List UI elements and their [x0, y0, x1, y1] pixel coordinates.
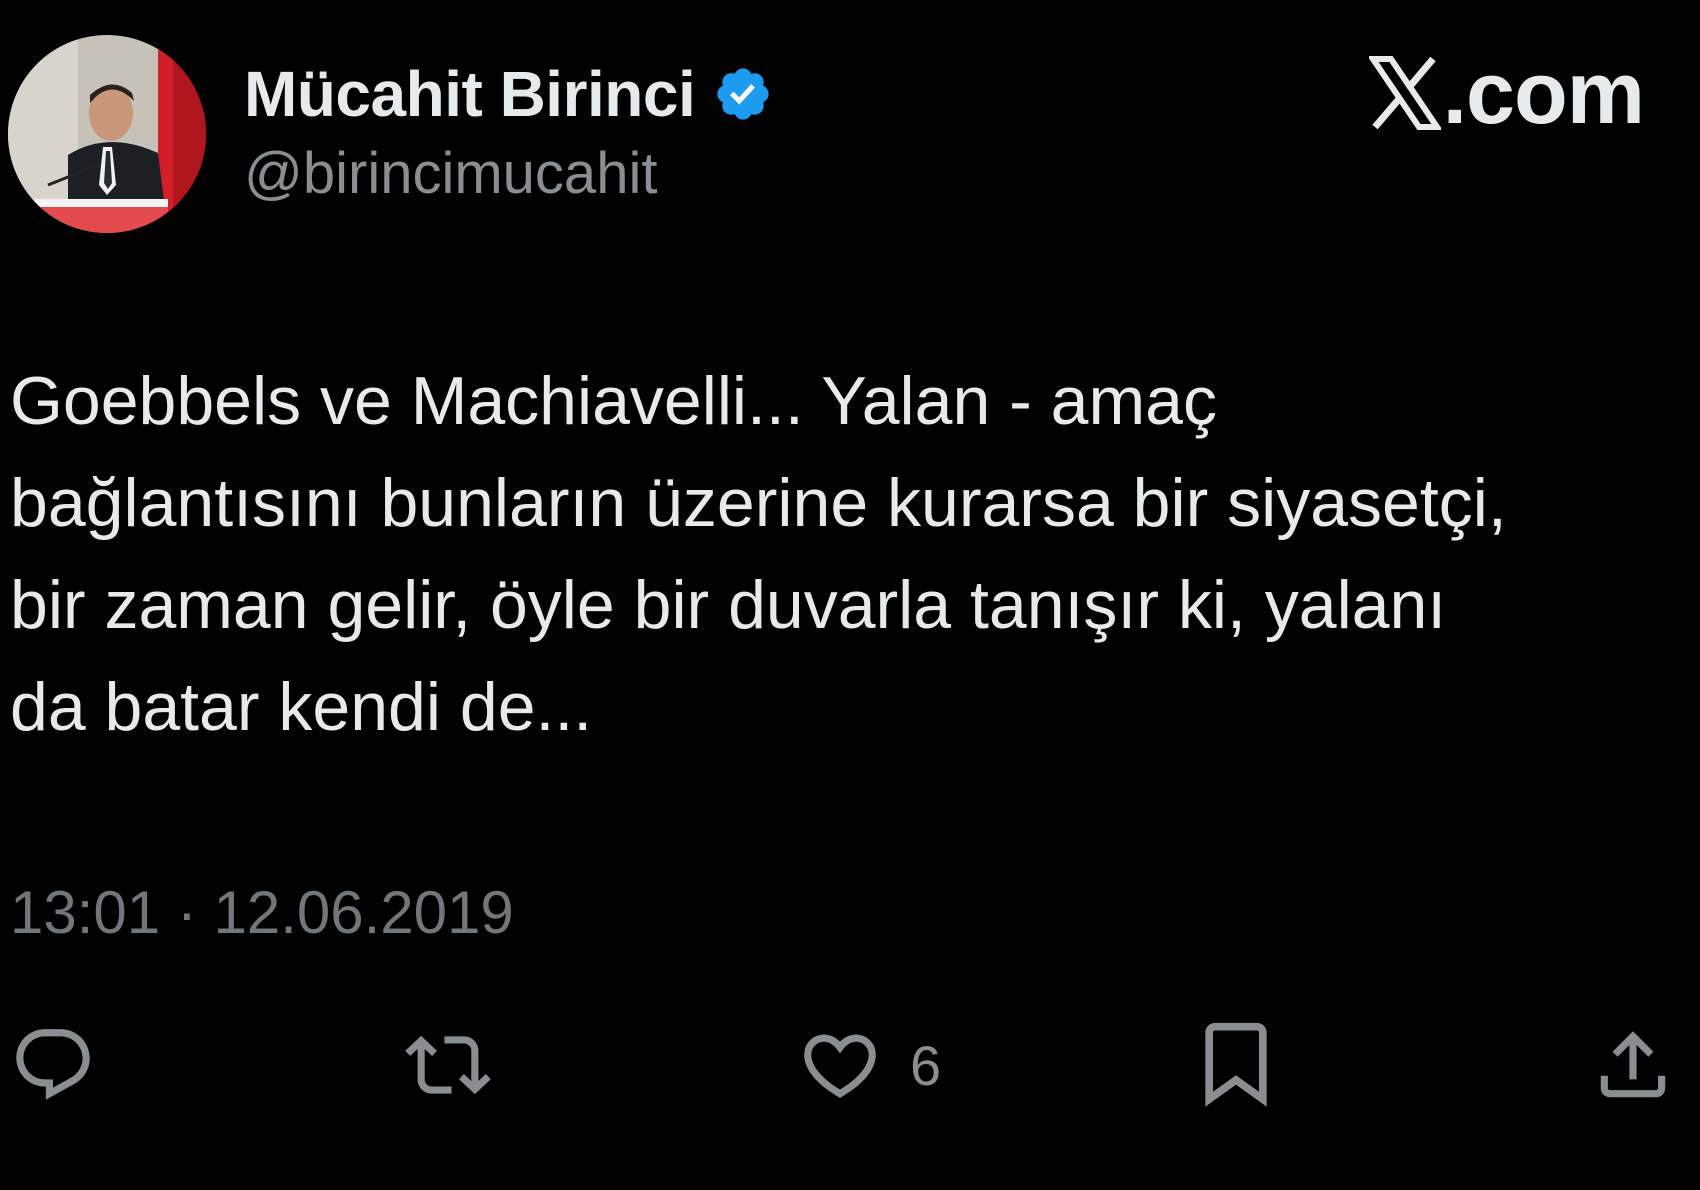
retweet-icon	[405, 1035, 491, 1095]
author-display-name[interactable]: Mücahit Birinci	[244, 57, 696, 131]
share-icon	[1600, 1031, 1666, 1098]
bookmark-button[interactable]	[1196, 1022, 1276, 1108]
author-name-row: Mücahit Birinci	[244, 56, 773, 132]
brand-text: .com	[1442, 43, 1645, 142]
verified-badge-icon	[717, 68, 769, 120]
heart-icon	[804, 1034, 876, 1098]
bookmark-icon	[1205, 1022, 1267, 1107]
tweet-card: Mücahit Birinci @birincimucahit .com Goe…	[0, 0, 1700, 1190]
tweet-timestamp[interactable]: 13:01 · 12.06.2019	[10, 878, 514, 947]
like-button[interactable]: 6	[796, 1022, 941, 1108]
brand-watermark: .com	[1368, 43, 1645, 142]
reply-icon	[16, 1029, 90, 1100]
like-count: 6	[910, 1033, 942, 1097]
avatar[interactable]	[8, 35, 206, 233]
tweet-text: Goebbels ve Machiavelli... Yalan - amaç …	[10, 363, 1507, 745]
share-button[interactable]	[1590, 1022, 1676, 1108]
x-logo-icon	[1368, 56, 1441, 130]
reply-button[interactable]	[10, 1022, 96, 1108]
author-handle[interactable]: @birincimucahit	[244, 140, 657, 207]
retweet-button[interactable]	[400, 1022, 496, 1108]
